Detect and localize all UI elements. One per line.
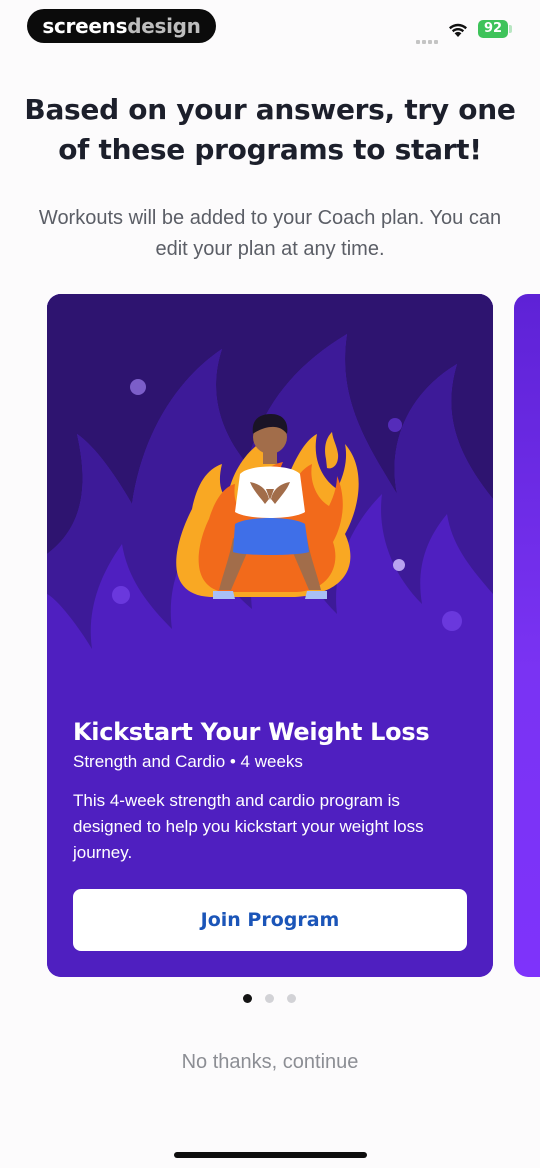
battery-cap [509, 25, 512, 33]
wifi-icon [449, 23, 467, 37]
pager-dot-3[interactable] [287, 994, 296, 1003]
brand-text-b: design [127, 14, 201, 38]
join-program-button[interactable]: Join Program [73, 889, 467, 951]
carousel-pager [240, 994, 300, 1004]
home-indicator [174, 1152, 367, 1158]
battery-level: 92 [483, 21, 503, 36]
next-program-card[interactable] [514, 294, 540, 977]
program-description: This 4-week strength and cardio program … [73, 791, 424, 862]
battery-icon: 92 [478, 20, 508, 38]
program-card[interactable]: Kickstart Your Weight Loss Strength and … [47, 294, 493, 977]
page-title: Based on your answers, try one of these … [24, 93, 516, 166]
screensdesign-logo: screensdesign [27, 9, 216, 43]
page-subtitle: Workouts will be added to your Coach pla… [38, 207, 502, 260]
pager-dot-1[interactable] [243, 994, 252, 1003]
status-bar: screensdesign 92 [0, 0, 540, 56]
brand-text-a: screens [42, 14, 128, 38]
program-title: Kickstart Your Weight Loss [73, 718, 430, 746]
pager-dot-2[interactable] [265, 994, 274, 1003]
flame-background-illustration [47, 294, 493, 977]
signal-icon [416, 31, 440, 44]
no-thanks-continue-button[interactable]: No thanks, continue [120, 1045, 420, 1079]
program-meta: Strength and Cardio • 4 weeks [73, 752, 303, 771]
